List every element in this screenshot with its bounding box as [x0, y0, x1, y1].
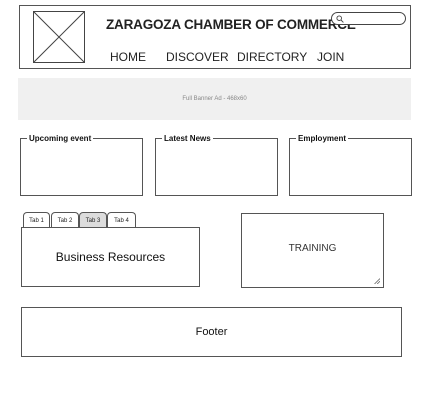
tab-1[interactable]: Tab 1	[23, 212, 50, 228]
search-icon	[336, 15, 344, 23]
latest-news-panel: Latest News	[155, 134, 278, 196]
logo-placeholder-icon	[33, 11, 85, 63]
employment-panel: Employment	[289, 134, 412, 196]
banner-ad: Full Banner Ad - 468x60	[18, 78, 411, 120]
footer-text: Footer	[195, 326, 228, 338]
header: ZARAGOZA CHAMBER OF COMMERCE HOME DISCOV…	[19, 5, 411, 69]
training-textarea[interactable]: TRAINING	[241, 213, 384, 288]
banner-ad-label: Full Banner Ad - 468x60	[182, 96, 247, 102]
training-text: TRAINING	[288, 243, 337, 254]
footer: Footer	[21, 307, 402, 357]
search-input[interactable]	[346, 14, 402, 23]
tab-panel: Business Resources	[21, 227, 200, 287]
tab-3[interactable]: Tab 3	[79, 212, 107, 228]
employment-legend: Employment	[296, 134, 349, 144]
upcoming-event-legend: Upcoming event	[27, 134, 94, 144]
tab-4[interactable]: Tab 4	[107, 212, 136, 228]
nav-directory[interactable]: DIRECTORY	[237, 50, 307, 64]
nav-join[interactable]: JOIN	[317, 50, 344, 64]
site-title: ZARAGOZA CHAMBER OF COMMERCE	[106, 17, 356, 32]
latest-news-legend: Latest News	[162, 134, 213, 144]
upcoming-event-panel: Upcoming event	[20, 134, 143, 196]
nav-discover[interactable]: DISCOVER	[166, 50, 229, 64]
search-box[interactable]	[331, 12, 406, 25]
nav-home[interactable]: HOME	[110, 50, 146, 64]
resize-grip-icon[interactable]	[374, 278, 380, 284]
tab-2[interactable]: Tab 2	[51, 212, 79, 228]
tab-panel-content: Business Resources	[55, 250, 166, 264]
